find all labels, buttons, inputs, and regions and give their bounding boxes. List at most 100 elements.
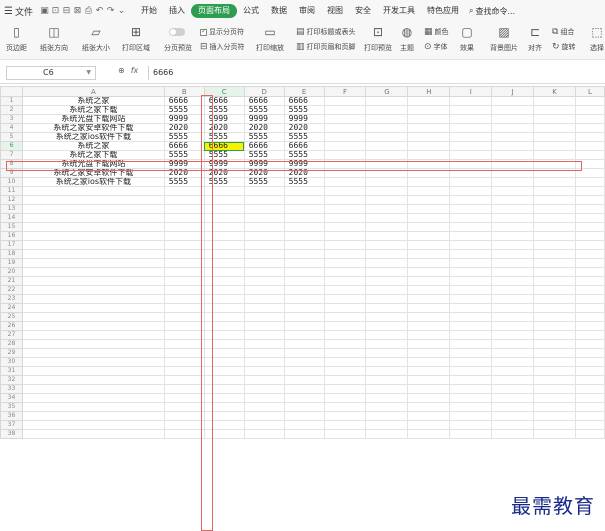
cell[interactable] [283,366,325,376]
cell[interactable]: 5555 [283,150,325,160]
cell[interactable] [203,420,245,430]
print-preview-icon[interactable]: ⊠ [72,6,83,16]
cell[interactable] [203,285,245,295]
cell[interactable] [533,123,576,133]
cell[interactable]: 9999 [243,159,285,169]
cell[interactable] [407,312,451,322]
cell[interactable] [365,384,409,394]
cell[interactable] [323,420,367,430]
cell[interactable] [21,420,165,430]
cell[interactable] [365,150,409,160]
row-header[interactable]: 36 [0,411,23,421]
cell[interactable] [574,294,605,304]
cell[interactable] [323,285,367,295]
cell[interactable] [365,204,409,214]
cell[interactable] [283,231,325,241]
cell[interactable] [163,249,205,259]
cell[interactable] [449,105,493,115]
cell[interactable] [533,420,576,430]
cell[interactable] [323,402,367,412]
cell[interactable]: 5555 [163,150,205,160]
column-header-g[interactable]: G [365,86,409,97]
cell[interactable] [533,240,576,250]
cell[interactable] [283,348,325,358]
chevron-down-icon[interactable]: ▼ [86,67,91,79]
row-header[interactable]: 11 [0,186,23,196]
cell[interactable] [491,294,535,304]
cell[interactable] [163,348,205,358]
row-header[interactable]: 6 [0,141,23,151]
cell[interactable] [283,294,325,304]
cell[interactable] [243,339,285,349]
cell[interactable] [365,132,409,142]
cell[interactable]: 6666 [163,96,205,106]
cell[interactable] [574,96,605,106]
cell[interactable] [323,195,367,205]
cell[interactable] [533,96,576,106]
cell[interactable] [491,168,535,178]
cell[interactable] [163,267,205,277]
cell[interactable] [243,276,285,286]
cell[interactable] [449,366,493,376]
cell[interactable] [283,375,325,385]
cell[interactable] [407,105,451,115]
cell[interactable] [449,384,493,394]
cell[interactable] [21,276,165,286]
cell[interactable] [365,258,409,268]
cell[interactable] [491,96,535,106]
cell[interactable] [203,249,245,259]
cell[interactable] [449,375,493,385]
cell[interactable] [365,249,409,259]
cell[interactable] [533,186,576,196]
cell[interactable] [449,276,493,286]
cell[interactable] [407,258,451,268]
cell[interactable] [491,330,535,340]
cell[interactable] [243,303,285,313]
cell[interactable] [407,240,451,250]
cell[interactable] [21,402,165,412]
cell[interactable] [449,411,493,421]
cell[interactable] [163,186,205,196]
cell[interactable] [323,312,367,322]
cell[interactable] [163,321,205,331]
cell[interactable] [574,114,605,124]
cell[interactable] [323,339,367,349]
cell[interactable] [283,249,325,259]
effects-button[interactable]: ▢ 效果 [460,25,474,53]
cell[interactable] [449,150,493,160]
cell[interactable] [203,375,245,385]
print-preview-button[interactable]: ⊡ 打印预览 [364,25,392,53]
cell[interactable] [574,267,605,277]
cell[interactable] [491,123,535,133]
cell[interactable]: 5555 [203,105,245,115]
cell[interactable] [323,204,367,214]
cell[interactable]: 2020 [203,123,245,133]
cell[interactable] [449,231,493,241]
cell[interactable] [491,384,535,394]
cell[interactable] [163,213,205,223]
cell[interactable] [491,420,535,430]
cell[interactable] [574,285,605,295]
cell[interactable] [365,429,409,439]
cell[interactable] [491,132,535,142]
cell[interactable] [365,141,409,151]
row-header[interactable]: 28 [0,339,23,349]
row-header[interactable]: 27 [0,330,23,340]
cell[interactable] [203,339,245,349]
cell[interactable] [21,348,165,358]
cell[interactable] [449,222,493,232]
group-button[interactable]: ⧉ 组合 [552,27,574,37]
cell[interactable] [21,285,165,295]
column-header-k[interactable]: K [533,86,576,97]
cell[interactable] [283,420,325,430]
cell[interactable] [533,141,576,151]
cell[interactable] [574,339,605,349]
cell[interactable] [323,132,367,142]
cell[interactable] [365,366,409,376]
cell[interactable]: 5555 [203,150,245,160]
cell[interactable] [491,321,535,331]
cell[interactable] [365,411,409,421]
cell[interactable] [365,330,409,340]
cell[interactable] [163,402,205,412]
cell[interactable] [323,159,367,169]
